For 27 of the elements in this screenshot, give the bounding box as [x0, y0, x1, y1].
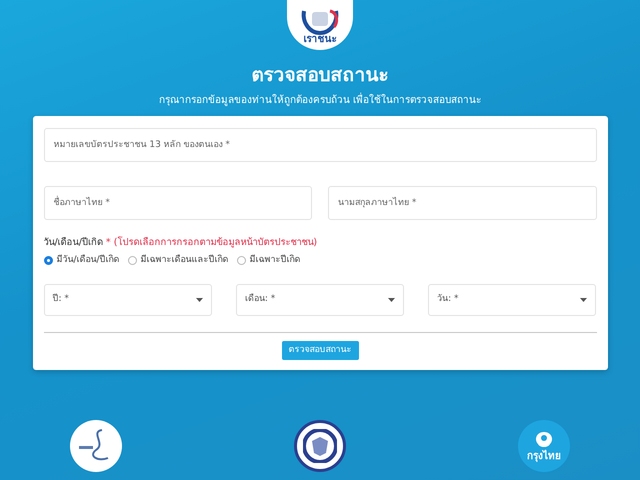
dob-label: วัน/เดือน/ปีเกิด * (โปรดเลือกการกรอกตามข้อมูลหน้าบัตรประชาชน): [44, 236, 318, 250]
radio-option[interactable]: มีเฉพาะปีเกิด: [236, 254, 301, 268]
caret-icon: [388, 298, 396, 302]
radio-label: มีวัน/เดือน/ปีเกิด: [56, 254, 120, 268]
radio-button[interactable]: [44, 256, 52, 266]
radio-label: มีเฉพาะเดือนและปีเกิด: [140, 254, 229, 268]
caret-icon: [196, 298, 203, 302]
select-placeholder: เดือน: *: [244, 292, 276, 306]
radio-option[interactable]: มีวัน/เดือน/ปีเกิด: [44, 254, 120, 268]
name-field[interactable]: นามสกุลภาษาไทย *: [328, 186, 596, 220]
page-subtitle: กรุณากรอกข้อมูลของท่านให้ถูกต้องครบถ้วน เพื่อใช้ในการตรวจสอบสถานะ: [158, 92, 482, 108]
select-field[interactable]: ปี: *: [44, 284, 212, 316]
select-field[interactable]: เดือน: *: [236, 284, 404, 316]
name-field[interactable]: ชื่อภาษาไทย *: [44, 186, 312, 220]
radio-button[interactable]: [236, 256, 246, 266]
radio-label: มีเฉพาะปีเกิด: [250, 254, 301, 268]
select-placeholder: ปี: *: [52, 292, 69, 306]
page-title: ตรวจสอบสถานะ: [252, 64, 388, 87]
id-number-field[interactable]: หมายเลขบัตรประชาชน 13 หลัก ของตนเอง *: [44, 128, 596, 162]
emblem-icon: [303, 429, 337, 464]
logo-text: เราชนะ: [304, 35, 336, 45]
select-placeholder: วัน: *: [437, 292, 459, 306]
select-field[interactable]: วัน: *: [428, 284, 596, 316]
caret-icon: [580, 298, 588, 302]
bank-name: กรุงไทย: [527, 452, 561, 462]
radio-button[interactable]: [128, 256, 137, 266]
radio-option[interactable]: มีเฉพาะเดือนและปีเกิด: [128, 254, 229, 268]
